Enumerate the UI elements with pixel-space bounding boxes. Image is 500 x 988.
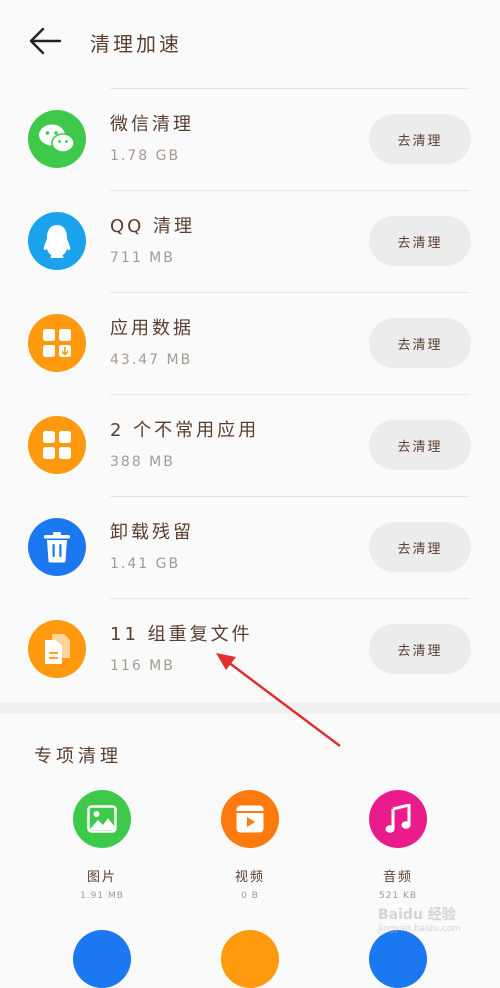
apps-icon[interactable]: [221, 930, 279, 988]
clean-button-app-data[interactable]: 去清理: [369, 318, 471, 368]
special-item-label: 图片: [86, 870, 117, 885]
special-item-size: 521 KB: [378, 891, 418, 901]
item-name: 卸载残留: [110, 522, 194, 543]
page-title: 清理加速: [90, 32, 182, 56]
item-size: 1.41 GB: [110, 556, 181, 572]
list-item[interactable]: 微信清理 1.78 GB 去清理: [0, 88, 500, 190]
list-item[interactable]: 11 组重复文件 116 MB 去清理: [0, 598, 500, 700]
special-item-size: 1.91 MB: [80, 891, 124, 901]
list-item[interactable]: 2 个不常用应用 388 MB 去清理: [0, 394, 500, 496]
special-item-size: 0 B: [241, 891, 259, 901]
item-size: 388 MB: [110, 454, 175, 470]
music-note-icon: [369, 790, 427, 848]
cleanup-list: 微信清理 1.78 GB 去清理 QQ 清理 711 MB 去清理 应用数据 4…: [0, 88, 500, 700]
section-title: 专项清理: [34, 746, 122, 767]
clean-button-qq[interactable]: 去清理: [369, 216, 471, 266]
special-item-label: 视频: [234, 870, 265, 885]
item-size: 711 MB: [110, 250, 175, 266]
section-divider: [0, 702, 500, 714]
special-item-videos[interactable]: 视频 0 B: [190, 790, 310, 901]
item-size: 1.78 GB: [110, 148, 181, 164]
item-name: 微信清理: [110, 114, 194, 135]
watermark: Baidu 经验 jingyan.baidu.com: [378, 904, 488, 950]
back-arrow-icon[interactable]: [28, 26, 62, 56]
trash-icon: [28, 518, 86, 576]
special-item-label: 音频: [382, 870, 413, 885]
item-name: 应用数据: [110, 318, 194, 339]
document-icon[interactable]: [73, 930, 131, 988]
divider: [110, 598, 470, 599]
list-item[interactable]: QQ 清理 711 MB 去清理: [0, 190, 500, 292]
qq-penguin-icon: [28, 212, 86, 270]
special-item-audio[interactable]: 音频 521 KB: [338, 790, 458, 901]
divider: [110, 394, 470, 395]
image-icon: [73, 790, 131, 848]
duplicate-file-icon: [28, 620, 86, 678]
list-item[interactable]: 应用数据 43.47 MB 去清理: [0, 292, 500, 394]
divider: [110, 292, 470, 293]
watermark-logo: Baidu 经验: [378, 907, 456, 923]
clean-button-unused-apps[interactable]: 去清理: [369, 420, 471, 470]
clean-button-uninstall-residue[interactable]: 去清理: [369, 522, 471, 572]
watermark-url: jingyan.baidu.com: [378, 924, 462, 934]
list-item[interactable]: 卸载残留 1.41 GB 去清理: [0, 496, 500, 598]
app-data-icon: [28, 314, 86, 372]
item-name: QQ 清理: [110, 216, 196, 237]
wechat-icon: [28, 110, 86, 168]
item-name: 11 组重复文件: [110, 624, 253, 645]
video-icon: [221, 790, 279, 848]
header: 清理加速: [0, 0, 500, 86]
clean-button-duplicate-files[interactable]: 去清理: [369, 624, 471, 674]
item-size: 116 MB: [110, 658, 175, 674]
divider: [110, 496, 470, 497]
clean-button-wechat[interactable]: 去清理: [369, 114, 471, 164]
divider: [110, 190, 470, 191]
apps-grid-icon: [28, 416, 86, 474]
item-name: 2 个不常用应用: [110, 420, 260, 441]
item-size: 43.47 MB: [110, 352, 193, 368]
special-item-images[interactable]: 图片 1.91 MB: [42, 790, 162, 901]
divider: [110, 88, 470, 89]
